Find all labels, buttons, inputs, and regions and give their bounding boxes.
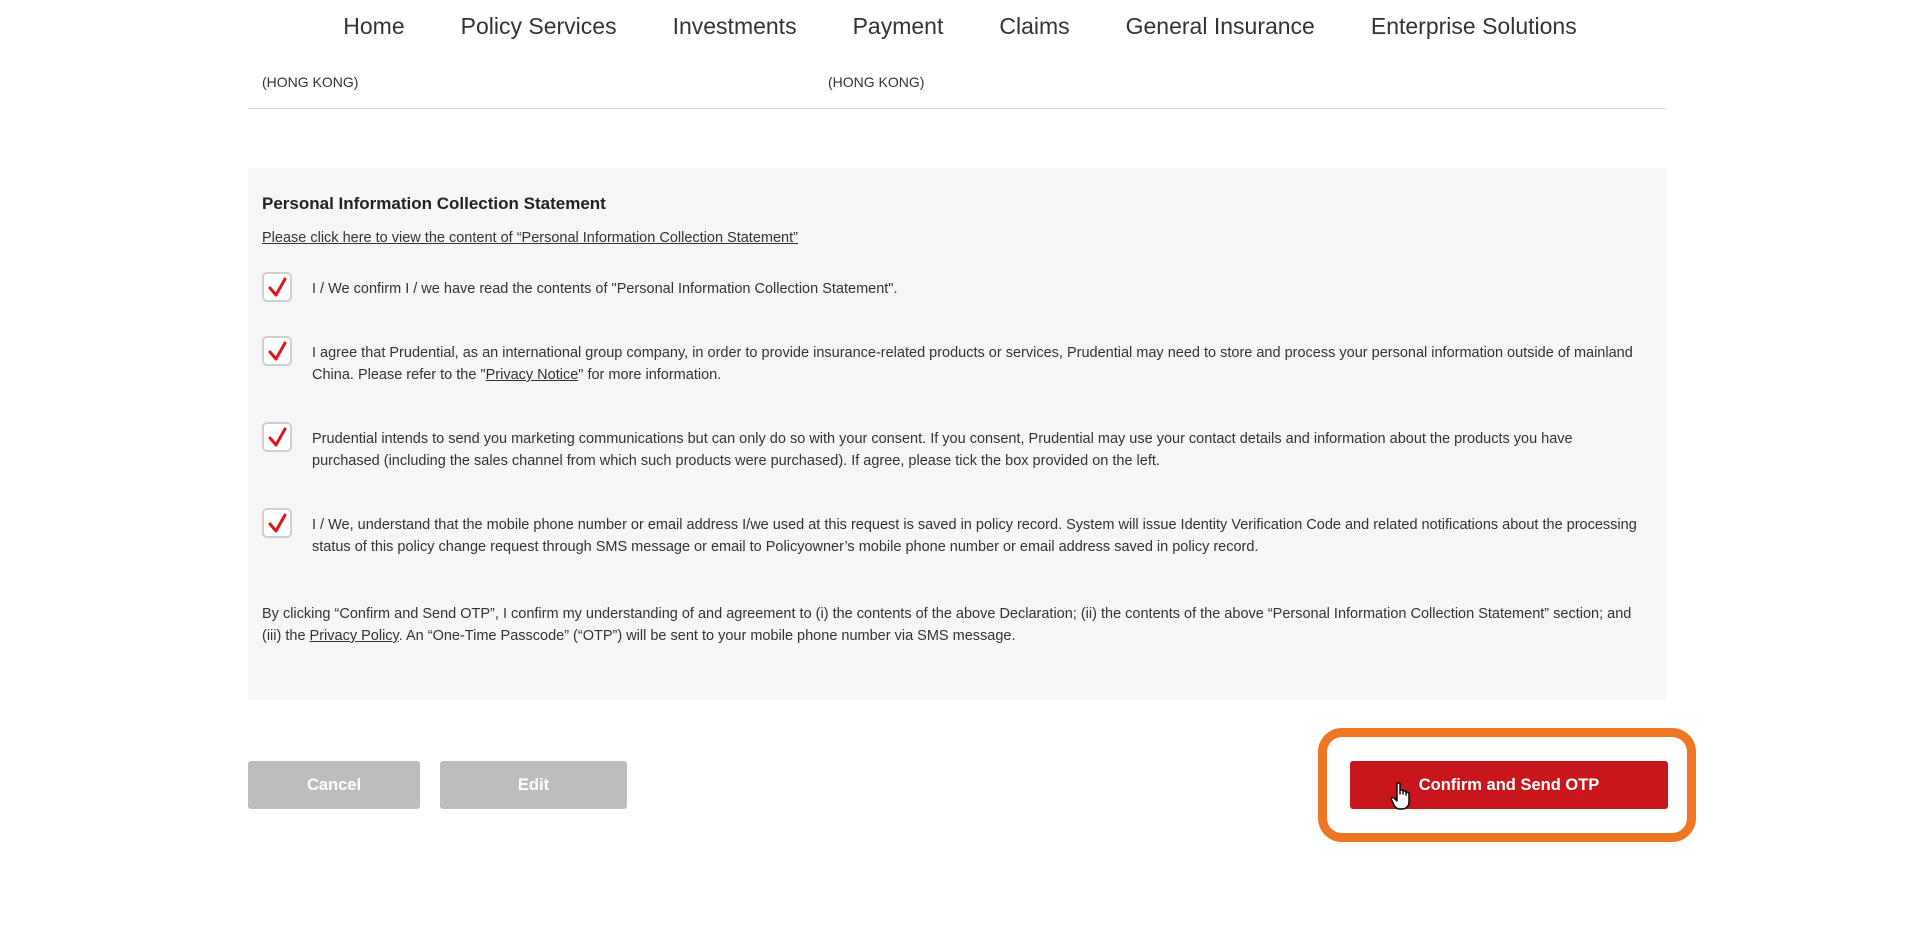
consent-checkbox-3[interactable] <box>262 422 292 452</box>
view-pics-link[interactable]: Please click here to view the content of… <box>262 230 798 246</box>
consent-text-2: I agree that Prudential, as an internati… <box>312 342 1642 386</box>
nav-item-investments[interactable]: Investments <box>645 13 825 40</box>
pics-title: Personal Information Collection Statemen… <box>262 194 606 213</box>
otp-disclaimer-after: . An “One-Time Passcode” (“OTP”) will be… <box>398 628 1016 644</box>
nav-item-enterprise-solutions[interactable]: Enterprise Solutions <box>1343 13 1605 40</box>
privacy-notice-link[interactable]: Privacy Notice <box>486 367 579 383</box>
checkmark-icon <box>268 277 287 297</box>
privacy-policy-link[interactable]: Privacy Policy <box>310 628 399 644</box>
nav-item-payment[interactable]: Payment <box>825 13 972 40</box>
consent-checkbox-1[interactable] <box>262 272 292 302</box>
consent-text-2-after: " for more information. <box>578 367 722 383</box>
consent-checkbox-4[interactable] <box>262 508 292 538</box>
address-region-left: (HONG KONG) <box>262 74 359 90</box>
checkmark-icon <box>268 427 287 447</box>
hand-pointer-cursor-icon <box>1390 782 1410 810</box>
nav-item-policy-services[interactable]: Policy Services <box>433 13 645 40</box>
checkmark-icon <box>268 341 287 361</box>
address-info-row: (HONG KONG) (HONG KONG) <box>248 70 1666 109</box>
top-navigation: Home Policy Services Investments Payment… <box>0 0 1920 52</box>
consent-checkbox-2[interactable] <box>262 336 292 366</box>
nav-item-home[interactable]: Home <box>315 13 432 40</box>
edit-button[interactable]: Edit <box>440 761 627 809</box>
pics-section: Personal Information Collection Statemen… <box>248 168 1666 700</box>
nav-list: Home Policy Services Investments Payment… <box>315 13 1604 40</box>
nav-item-claims[interactable]: Claims <box>971 13 1097 40</box>
address-region-right: (HONG KONG) <box>828 74 925 90</box>
consent-text-3: Prudential intends to send you marketing… <box>312 431 1573 469</box>
checkmark-icon <box>268 513 287 533</box>
otp-disclaimer: By clicking “Confirm and Send OTP”, I co… <box>262 603 1652 647</box>
cancel-button[interactable]: Cancel <box>248 761 420 809</box>
consent-text-1: I / We confirm I / we have read the cont… <box>312 281 898 297</box>
nav-item-general-insurance[interactable]: General Insurance <box>1098 13 1343 40</box>
consent-text-4: I / We, understand that the mobile phone… <box>312 517 1637 555</box>
